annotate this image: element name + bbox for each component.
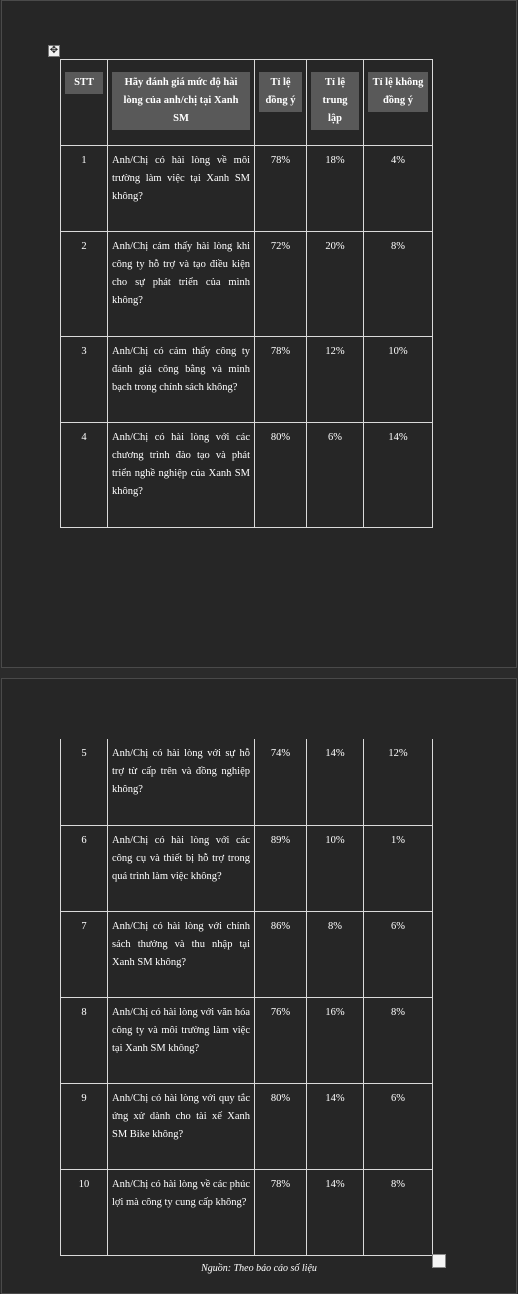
cell-stt: 8 — [60, 996, 108, 1084]
cell-neutral: 14% — [306, 739, 364, 826]
cell-agree: 80% — [254, 1082, 307, 1170]
cell-neutral: 14% — [306, 1168, 364, 1256]
survey-table-part-2: 5 Anh/Chị có hài lòng với sự hỗ trợ từ c… — [60, 739, 433, 1256]
cell-neutral: 20% — [306, 231, 364, 337]
cell-neutral: 18% — [306, 145, 364, 232]
cell-disagree: 4% — [363, 145, 433, 232]
table-row: 6 Anh/Chị có hài lòng với các công cụ và… — [60, 824, 433, 912]
cell-agree: 78% — [254, 145, 307, 232]
cell-question: Anh/Chị có hài lòng về môi trường làm vi… — [107, 145, 255, 232]
header-question: Hãy đánh giá mức độ hài lòng của anh/chị… — [107, 59, 255, 146]
cell-disagree: 12% — [363, 739, 433, 826]
cell-neutral: 14% — [306, 1082, 364, 1170]
header-agree: Tỉ lệ đồng ý — [254, 59, 307, 146]
cell-disagree: 8% — [363, 1168, 433, 1256]
table-move-handle-icon[interactable]: ✥ — [48, 45, 60, 57]
table-row: 1 Anh/Chị có hài lòng về môi trường làm … — [60, 145, 433, 232]
table-row: 7 Anh/Chị có hài lòng với chính sách thư… — [60, 910, 433, 998]
header-stt: STT — [60, 59, 108, 146]
cell-neutral: 8% — [306, 910, 364, 998]
table-row: 8 Anh/Chị có hài lòng với văn hóa công t… — [60, 996, 433, 1084]
cell-agree: 86% — [254, 910, 307, 998]
table-row: 5 Anh/Chị có hài lòng với sự hỗ trợ từ c… — [60, 739, 433, 826]
cell-neutral: 16% — [306, 996, 364, 1084]
cell-agree: 76% — [254, 996, 307, 1084]
cell-question: Anh/Chị có hài lòng về các phúc lợi mà c… — [107, 1168, 255, 1256]
cell-stt: 5 — [60, 739, 108, 826]
table-row: 3 Anh/Chị có cảm thấy công ty đánh giá c… — [60, 336, 433, 423]
table-row: 10 Anh/Chị có hài lòng về các phúc lợi m… — [60, 1168, 433, 1256]
header-disagree: Tỉ lệ không đồng ý — [363, 59, 433, 146]
cell-question: Anh/Chị cảm thấy hài lòng khi công ty hỗ… — [107, 231, 255, 337]
cell-question: Anh/Chị có hài lòng với sự hỗ trợ từ cấp… — [107, 739, 255, 826]
cell-agree: 78% — [254, 1168, 307, 1256]
cell-agree: 89% — [254, 824, 307, 912]
cell-agree: 78% — [254, 336, 307, 423]
cell-stt: 7 — [60, 910, 108, 998]
cell-neutral: 12% — [306, 336, 364, 423]
cell-disagree: 8% — [363, 231, 433, 337]
cell-question: Anh/Chị có hài lòng với chính sách thưởn… — [107, 910, 255, 998]
table-row: 9 Anh/Chị có hài lòng với quy tắc ứng xử… — [60, 1082, 433, 1170]
cell-agree: 80% — [254, 422, 307, 528]
cell-disagree: 6% — [363, 910, 433, 998]
cell-disagree: 10% — [363, 336, 433, 423]
cell-question: Anh/Chị có hài lòng với các chương trình… — [107, 422, 255, 528]
cell-question: Anh/Chị có hài lòng với các công cụ và t… — [107, 824, 255, 912]
cell-disagree: 1% — [363, 824, 433, 912]
cell-question: Anh/Chị có hài lòng với văn hóa công ty … — [107, 996, 255, 1084]
cell-agree: 74% — [254, 739, 307, 826]
cell-stt: 10 — [60, 1168, 108, 1256]
survey-table-part-1: STT Hãy đánh giá mức độ hài lòng của anh… — [60, 59, 433, 528]
table-row: 2 Anh/Chị cảm thấy hài lòng khi công ty … — [60, 231, 433, 337]
cell-question: Anh/Chị có hài lòng với quy tắc ứng xử d… — [107, 1082, 255, 1170]
cell-stt: 9 — [60, 1082, 108, 1170]
cell-stt: 1 — [60, 145, 108, 232]
cell-question: Anh/Chị có cảm thấy công ty đánh giá côn… — [107, 336, 255, 423]
cell-agree: 72% — [254, 231, 307, 337]
source-note: Nguồn: Theo báo cáo số liệu — [201, 1263, 317, 1274]
table-header-row: STT Hãy đánh giá mức độ hài lòng của anh… — [60, 59, 433, 146]
cell-disagree: 6% — [363, 1082, 433, 1170]
cell-disagree: 8% — [363, 996, 433, 1084]
header-neutral: Tỉ lệ trung lập — [306, 59, 364, 146]
cell-stt: 3 — [60, 336, 108, 423]
cell-neutral: 10% — [306, 824, 364, 912]
table-row: 4 Anh/Chị có hài lòng với các chương trì… — [60, 422, 433, 528]
cell-neutral: 6% — [306, 422, 364, 528]
cell-stt: 2 — [60, 231, 108, 337]
cell-stt: 4 — [60, 422, 108, 528]
cell-stt: 6 — [60, 824, 108, 912]
cell-disagree: 14% — [363, 422, 433, 528]
